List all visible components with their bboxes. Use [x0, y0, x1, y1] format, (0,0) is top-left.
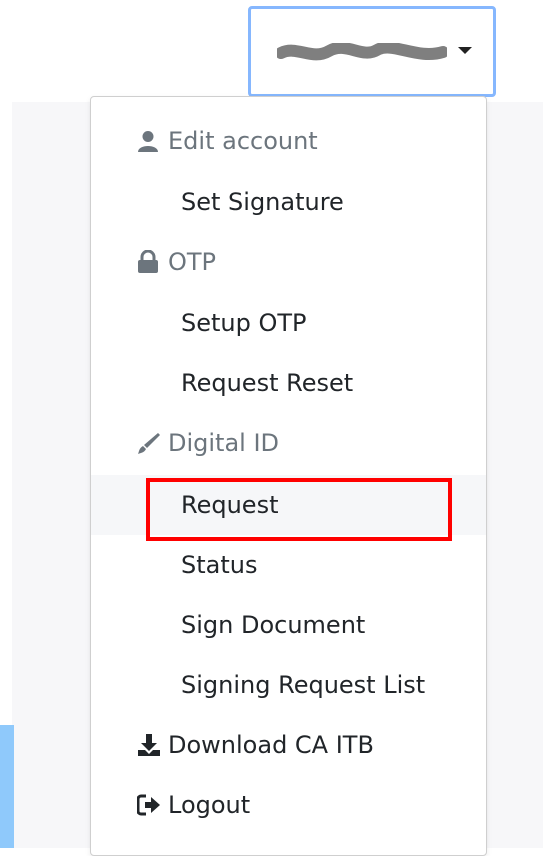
section-header-digital-id: Digital ID [91, 413, 486, 473]
menu-item-label: Status [181, 551, 258, 579]
menu-item-request[interactable]: Request [91, 475, 486, 535]
menu-item-status[interactable]: Status [91, 535, 486, 595]
menu-item-label: Set Signature [181, 188, 344, 216]
menu-item-set-signature[interactable]: Set Signature [91, 172, 486, 232]
menu-item-sign-document[interactable]: Sign Document [91, 595, 486, 655]
user-dropdown-toggle[interactable] [248, 6, 496, 97]
menu-item-signing-request-list[interactable]: Signing Request List [91, 655, 486, 715]
menu-item-label: Logout [168, 791, 251, 819]
menu-item-label: Download CA ITB [168, 731, 374, 759]
section-header-label: OTP [168, 248, 217, 276]
section-header-otp: OTP [91, 232, 486, 292]
chevron-down-icon [458, 47, 472, 54]
section-header-label: Digital ID [168, 429, 280, 457]
menu-item-download-ca[interactable]: Download CA ITB [91, 715, 486, 775]
menu-item-logout[interactable]: Logout [91, 775, 486, 835]
menu-item-label: Sign Document [181, 611, 366, 639]
download-icon [137, 733, 163, 757]
menu-item-label: Request Reset [181, 369, 354, 397]
menu-item-request-reset[interactable]: Request Reset [91, 353, 486, 413]
section-header-label: Edit account [168, 127, 318, 155]
sign-out-icon [137, 793, 163, 817]
menu-item-label: Signing Request List [181, 671, 426, 699]
user-icon [137, 129, 163, 153]
user-dropdown-menu: Edit account Set Signature OTP Setup OTP… [90, 96, 487, 856]
menu-item-setup-otp[interactable]: Setup OTP [91, 293, 486, 353]
section-header-edit-account: Edit account [91, 111, 486, 171]
redacted-username [277, 43, 447, 61]
lock-icon [137, 250, 163, 274]
menu-item-label: Request [181, 491, 279, 519]
menu-item-label: Setup OTP [181, 309, 307, 337]
pen-icon [137, 431, 163, 455]
sidebar-edge [0, 725, 14, 848]
